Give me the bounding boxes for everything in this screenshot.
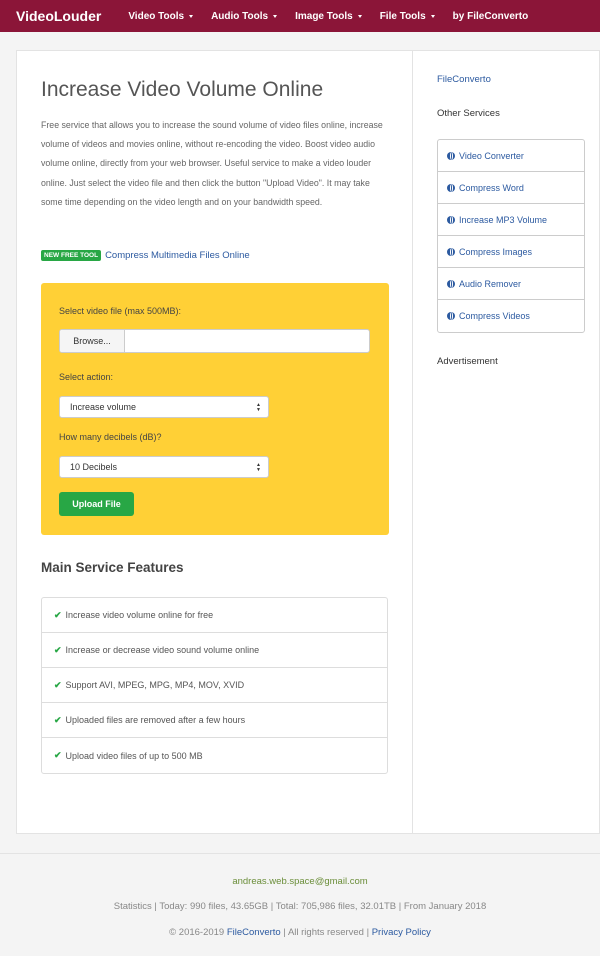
service-compress-images[interactable]: Compress Images (438, 236, 584, 268)
copyright-text: © 2016-2019 (169, 927, 225, 938)
new-tool-badge: NEW FREE TOOL (41, 250, 102, 261)
sidebar-fileconverto-link[interactable]: FileConverto (437, 74, 491, 85)
service-increase-mp3-volume[interactable]: Increase MP3 Volume (438, 204, 584, 236)
other-services-heading: Other Services (437, 108, 500, 119)
action-label: Select action: (59, 372, 114, 382)
check-icon: ✔ (54, 714, 62, 725)
check-icon: ✔ (54, 644, 62, 655)
footer-fileconverto-link[interactable]: FileConverto (227, 927, 281, 938)
action-select[interactable]: Increase volume ▲ ▼ (59, 396, 269, 418)
feature-text: Increase video volume online for free (65, 610, 214, 620)
check-icon: ✔ (54, 679, 62, 690)
page-description: Free service that allows you to increase… (41, 120, 383, 207)
caret-down-icon (273, 14, 278, 18)
file-label: Select video file (max 500MB): (59, 306, 182, 316)
feature-item: ✔ Uploaded files are removed after a few … (42, 703, 387, 738)
service-label: Increase MP3 Volume (459, 214, 548, 225)
footer: andreas.web.space@gmail.com Statistics |… (0, 853, 600, 956)
check-icon: ✔ (54, 609, 62, 620)
file-input[interactable]: Browse... (59, 329, 370, 353)
nav-file-tools-label: File Tools (379, 10, 426, 22)
service-label: Audio Remover (459, 278, 522, 289)
nav-video-tools[interactable]: Video Tools (128, 10, 194, 22)
globe-icon (447, 312, 455, 320)
features-list: ✔ Increase video volume online for free ✔… (41, 597, 388, 774)
feature-item: ✔ Upload video files of up to 500 MB (42, 738, 387, 773)
sidebar: FileConverto Other Services Video Conver… (413, 51, 600, 833)
action-select-value: Increase volume (70, 402, 137, 412)
brand-logo[interactable]: VideoLouder (16, 8, 101, 24)
nav-by-fileconverto[interactable]: by FileConverto (453, 11, 529, 22)
feature-text: Upload video files of up to 500 MB (65, 750, 203, 761)
service-label: Compress Videos (459, 311, 530, 321)
caret-down-icon (189, 14, 194, 18)
footer-email[interactable]: andreas.web.space@gmail.com (0, 876, 600, 887)
service-audio-remover[interactable]: Audio Remover (438, 268, 584, 300)
promo-link[interactable]: Compress Multimedia Files Online (105, 250, 250, 261)
service-video-converter[interactable]: Video Converter (438, 140, 584, 172)
services-list: Video Converter Compress Word Increase M… (437, 139, 585, 333)
service-label: Video Converter (459, 150, 524, 161)
caret-down-icon (357, 14, 362, 18)
navbar: VideoLouder Video Tools Audio Tools Imag… (0, 0, 600, 32)
feature-text: Increase or decrease video sound volume … (65, 645, 260, 655)
advertisement-label: Advertisement (437, 356, 498, 367)
globe-icon (447, 247, 455, 256)
feature-text: Uploaded files are removed after a few h… (65, 715, 246, 725)
decibels-select[interactable]: 10 Decibels ▲ ▼ (59, 456, 269, 478)
nav-audio-tools[interactable]: Audio Tools (211, 10, 278, 22)
globe-icon (447, 151, 455, 160)
nav-audio-tools-label: Audio Tools (211, 10, 269, 22)
main-column: Increase Video Volume Online Free servic… (17, 51, 413, 833)
decibels-select-value: 10 Decibels (70, 462, 118, 472)
caret-down-icon (430, 14, 435, 18)
rights-text: | All rights reserved | (283, 927, 370, 938)
decibels-label: How many decibels (dB)? (59, 432, 162, 442)
upload-form: Select video file (max 500MB): Browse...… (41, 283, 389, 535)
privacy-policy-link[interactable]: Privacy Policy (372, 927, 431, 938)
select-arrows-icon: ▲ ▼ (256, 402, 261, 413)
feature-item: ✔ Support AVI, MPEG, MPG, MP4, MOV, XVID (42, 668, 387, 703)
nav-image-tools[interactable]: Image Tools (295, 11, 362, 22)
page-title: Increase Video Volume Online (41, 78, 324, 101)
check-icon: ✔ (54, 750, 62, 760)
features-title: Main Service Features (41, 560, 184, 575)
globe-icon (447, 279, 455, 288)
service-label: Compress Images (459, 246, 533, 257)
globe-icon (447, 215, 455, 224)
feature-item: ✔ Increase video volume online for free (42, 598, 387, 633)
nav-file-tools[interactable]: File Tools (380, 11, 435, 22)
feature-text: Support AVI, MPEG, MPG, MP4, MOV, XVID (65, 680, 245, 690)
service-compress-videos[interactable]: Compress Videos (438, 300, 584, 332)
footer-statistics: Statistics | Today: 990 files, 43.65GB |… (113, 901, 487, 912)
feature-item: ✔ Increase or decrease video sound volume… (42, 633, 387, 668)
browse-button[interactable]: Browse... (60, 330, 125, 352)
nav-image-tools-label: Image Tools (295, 10, 353, 22)
service-compress-word[interactable]: Compress Word (438, 172, 584, 204)
promo-row: NEW FREE TOOL Compress Multimedia Files … (41, 250, 250, 261)
service-label: Compress Word (459, 182, 524, 193)
nav-video-tools-label: Video Tools (128, 10, 185, 22)
globe-icon (447, 183, 455, 192)
footer-copyright: © 2016-2019 FileConverto | All rights re… (0, 927, 600, 938)
upload-file-button[interactable]: Upload File (59, 492, 134, 516)
file-name-field[interactable] (125, 330, 369, 352)
content-card: Increase Video Volume Online Free servic… (16, 50, 600, 834)
select-arrows-icon: ▲ ▼ (256, 462, 261, 473)
